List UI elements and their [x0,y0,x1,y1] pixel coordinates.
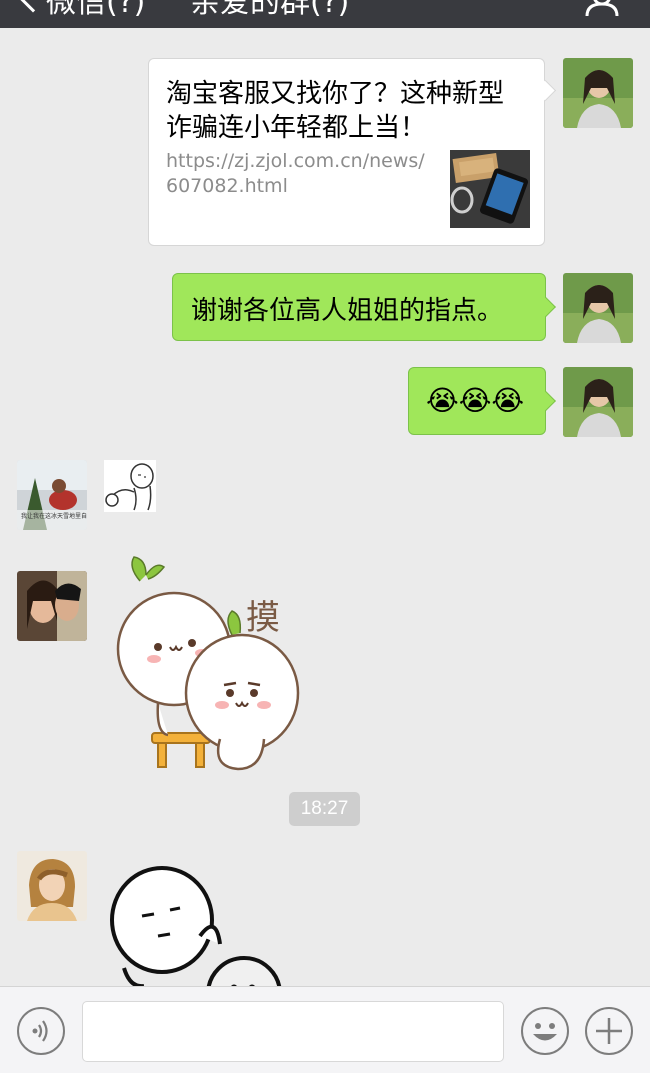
timestamp-pill: 18:27 [289,792,360,826]
plus-icon[interactable] [585,1007,633,1055]
small-sticker-message[interactable] [104,460,156,512]
my-avatar[interactable] [563,58,633,128]
voice-icon[interactable] [17,1007,65,1055]
top-navigation-bar: 微信(?) 亲爱的群(?) [0,0,650,28]
sent-emoji-bubble[interactable]: 😭😭😭 [408,367,546,435]
my-avatar[interactable] [563,273,633,343]
contact-avatar[interactable] [17,851,87,921]
message-input[interactable] [82,1001,504,1062]
chevron-left-icon[interactable] [17,0,49,13]
chat-title: 亲爱的群(?) [190,0,350,20]
sticker-message[interactable]: 摸 [112,543,312,773]
message-input-bar [0,986,650,1073]
avatar-caption: 我让我在这冰天雪地里自由心问 [21,512,87,520]
sticker-message[interactable] [104,864,284,986]
link-card-message[interactable]: 淘宝客服又找你了？这种新型诈骗连小年轻都上当！ https://zj.zjol.… [148,58,545,246]
link-card-title: 淘宝客服又找你了？这种新型诈骗连小年轻都上当！ [166,79,505,143]
sent-text-bubble[interactable]: 谢谢各位高人姐姐的指点。 [172,273,546,341]
person-icon[interactable] [584,0,620,16]
link-card-url: https://zj.zjol.com.cn/news/607082.html [166,150,425,197]
emoji-text: 😭😭😭 [426,384,525,417]
emoji-icon[interactable] [521,1007,569,1055]
contact-avatar[interactable]: 我让我在这冰天雪地里自由心问 [17,460,87,530]
link-card-thumbnail [450,150,530,228]
chat-message-list[interactable]: 淘宝客服又找你了？这种新型诈骗连小年轻都上当！ https://zj.zjol.… [0,28,650,986]
contact-avatar[interactable] [17,571,87,641]
back-button-label[interactable]: 微信(?) [46,0,145,20]
message-text: 谢谢各位高人姐姐的指点。 [191,296,504,326]
my-avatar[interactable] [563,367,633,437]
sticker-word: 摸 [246,598,280,638]
